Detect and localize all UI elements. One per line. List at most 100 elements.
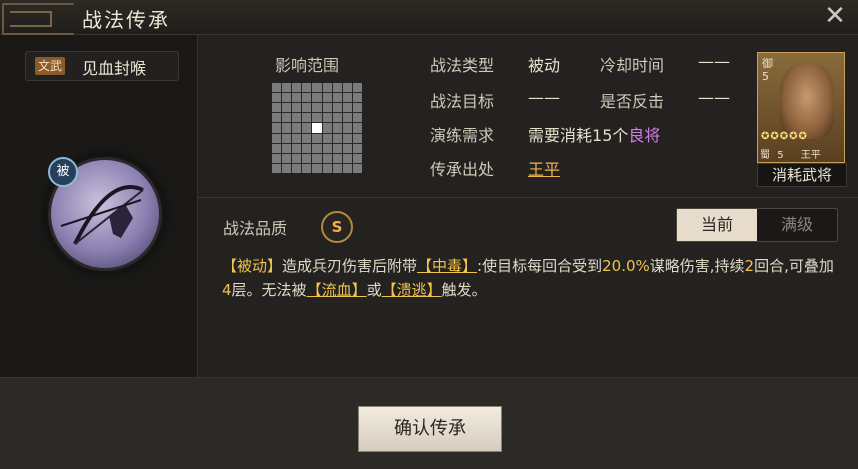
general-caption: 消耗武将: [757, 163, 847, 187]
cooldown-label: 冷却时间: [600, 56, 665, 75]
range-cell: [282, 133, 292, 143]
skill-description: 【被动】造成兵刃伤害后附带【中毒】:使目标每回合受到20.0%谋略伤害,持续2回…: [222, 257, 834, 299]
range-cell: [332, 103, 342, 113]
window-title: 战法传承: [82, 8, 170, 32]
range-cell: [332, 83, 342, 93]
range-cell: [292, 163, 302, 173]
passive-badge: 被: [48, 157, 78, 187]
quality-grade-badge: S: [321, 211, 353, 243]
quality-label: 战法品质: [223, 219, 288, 238]
range-cell: [302, 113, 312, 123]
divider: [198, 197, 858, 198]
range-cell: [322, 93, 332, 103]
level-toggle: 当前 满级: [676, 208, 838, 242]
general-portrait[interactable]: 御5 ✪✪✪✪✪ 蜀 5 王平: [757, 52, 845, 163]
tab-max-level[interactable]: 满级: [757, 209, 837, 241]
range-cell: [312, 153, 322, 163]
require-item: 良将: [628, 126, 661, 145]
range-cell: [272, 153, 282, 163]
range-cell: [272, 163, 282, 173]
range-cell: [322, 123, 332, 133]
title-bar: 战法传承 ✕: [0, 0, 858, 35]
range-cell: [322, 153, 332, 163]
range-cell: [332, 163, 342, 173]
range-cell: [312, 113, 322, 123]
title-ornament-icon: [2, 3, 74, 35]
range-cell: [352, 103, 362, 113]
range-cell: [352, 143, 362, 153]
counter-label: 是否反击: [600, 92, 665, 111]
range-cell: [282, 113, 292, 123]
range-cell: [272, 113, 282, 123]
range-cell: [282, 123, 292, 133]
range-cell: [312, 83, 322, 93]
skill-type-badge: 文武: [35, 57, 66, 75]
range-cell: [292, 103, 302, 113]
range-cell: [342, 133, 352, 143]
range-cell: [282, 93, 292, 103]
range-cell: [342, 153, 352, 163]
range-cell: [322, 83, 332, 93]
range-cell: [272, 123, 282, 133]
confirm-inherit-button[interactable]: 确认传承: [358, 406, 502, 452]
range-cell: [352, 93, 362, 103]
range-cell: [282, 103, 292, 113]
range-cell: [292, 153, 302, 163]
source-link[interactable]: 王平: [528, 156, 560, 180]
general-info-strip: 蜀 5 王平: [760, 150, 821, 161]
range-cell: [322, 163, 332, 173]
range-cell: [292, 113, 302, 123]
range-cell: [272, 83, 282, 93]
general-face-icon: [780, 63, 834, 139]
type-label: 战法类型: [430, 56, 495, 75]
range-cell: [332, 93, 342, 103]
range-cell: [272, 143, 282, 153]
range-cell: [302, 143, 312, 153]
skill-name: 见血封喉: [82, 59, 147, 78]
range-cell: [332, 133, 342, 143]
skill-name-tag: 文武 见血封喉: [25, 51, 179, 81]
bottom-bar: 确认传承: [0, 377, 858, 469]
range-cell: [302, 123, 312, 133]
range-cell: [312, 163, 322, 173]
range-title: 影响范围: [275, 56, 340, 75]
close-icon[interactable]: ✕: [822, 2, 848, 30]
range-cell: [302, 103, 312, 113]
range-cell: [312, 103, 322, 113]
range-cell: [352, 83, 362, 93]
range-cell: [282, 163, 292, 173]
cooldown-value: ——: [698, 52, 730, 71]
range-cell: [352, 113, 362, 123]
range-cell: [342, 163, 352, 173]
target-label: 战法目标: [430, 92, 495, 111]
range-cell: [312, 133, 322, 143]
general-class: 御5: [762, 57, 773, 83]
range-cell: [272, 93, 282, 103]
range-cell: [292, 133, 302, 143]
range-cell: [342, 113, 352, 123]
range-cell: [292, 93, 302, 103]
range-cell: [342, 123, 352, 133]
range-cell: [322, 113, 332, 123]
range-cell: [282, 143, 292, 153]
range-cell: [342, 143, 352, 153]
range-cell: [312, 93, 322, 103]
tab-current[interactable]: 当前: [677, 209, 757, 241]
range-cell-center: [312, 123, 322, 133]
range-cell: [312, 143, 322, 153]
range-cell: [292, 83, 302, 93]
range-cell: [342, 83, 352, 93]
range-cell: [352, 163, 362, 173]
range-cell: [272, 133, 282, 143]
range-cell: [272, 103, 282, 113]
range-cell: [322, 143, 332, 153]
range-cell: [322, 103, 332, 113]
range-cell: [342, 93, 352, 103]
range-cell: [302, 133, 312, 143]
general-stars: ✪✪✪✪✪: [761, 131, 808, 142]
range-cell: [352, 133, 362, 143]
range-cell: [352, 153, 362, 163]
range-cell: [332, 153, 342, 163]
skill-panel: 文武 见血封喉 被: [0, 35, 198, 377]
range-cell: [302, 163, 312, 173]
